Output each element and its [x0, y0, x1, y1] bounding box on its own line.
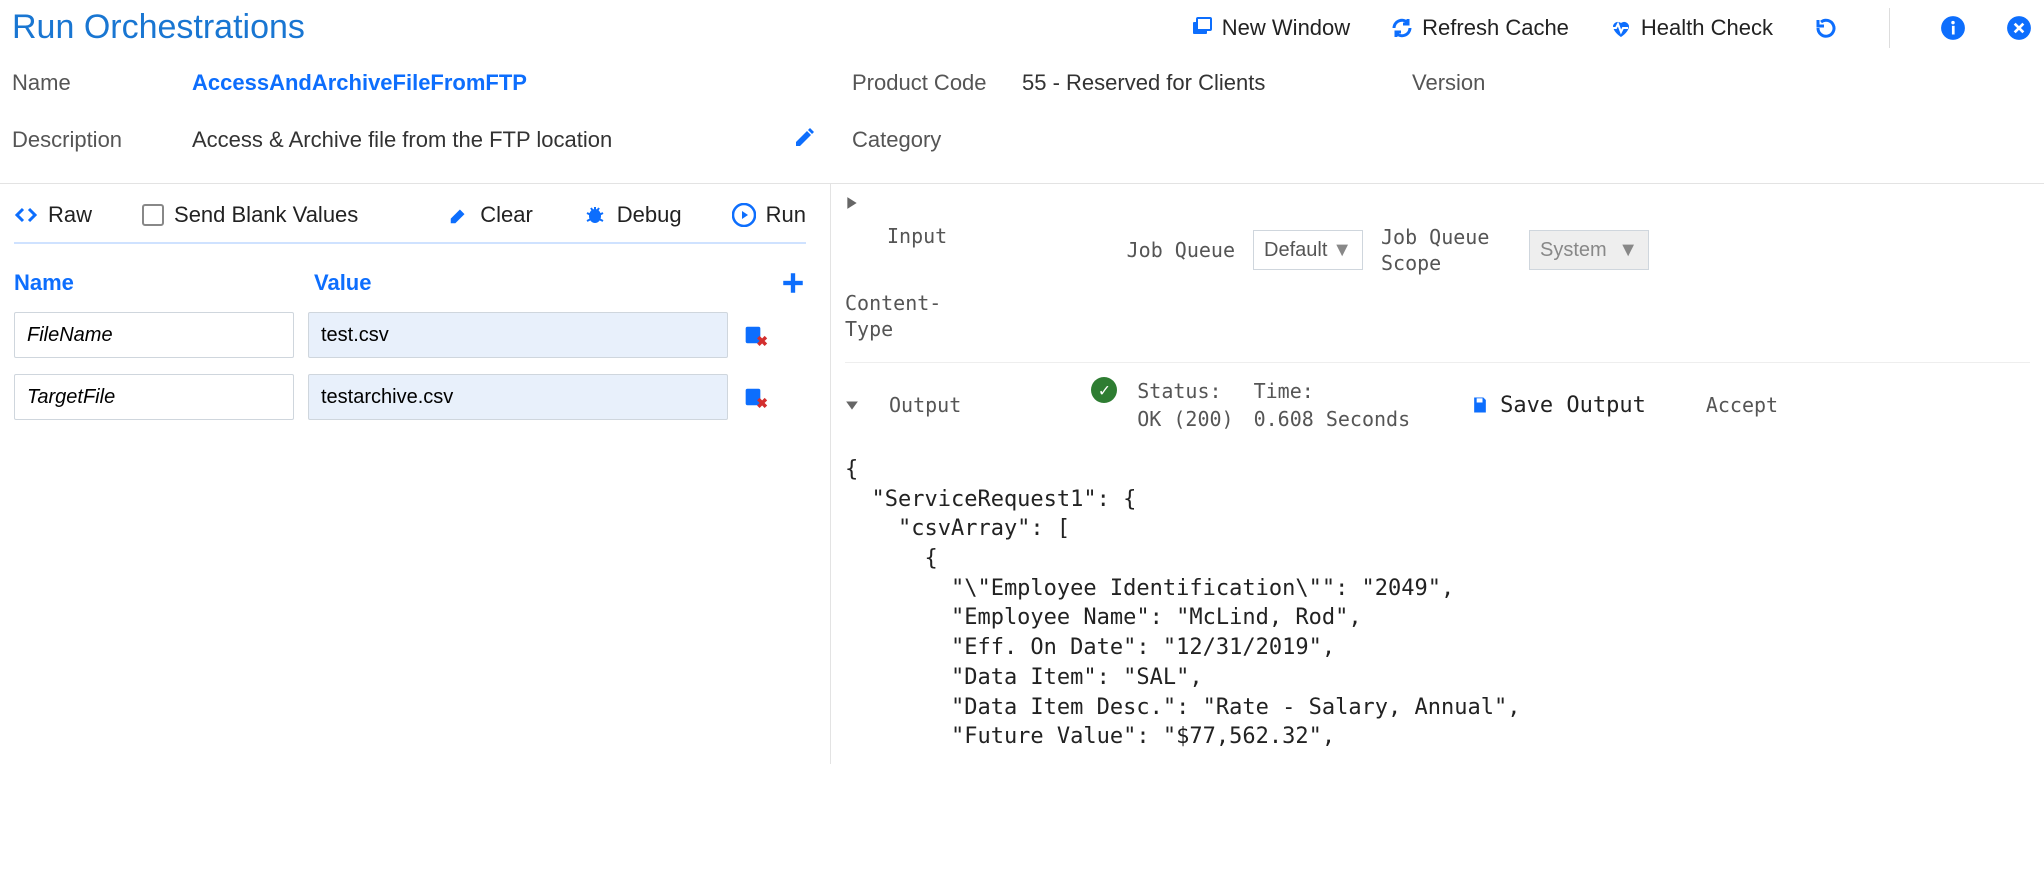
debug-label: Debug	[617, 202, 682, 228]
time-label: Time:	[1254, 377, 1411, 405]
json-output: { "ServiceRequest1": { "csvArray": [ { "…	[845, 447, 2030, 752]
job-queue-scope-label: Job Queue Scope	[1381, 224, 1511, 276]
new-window-button[interactable]: New Window	[1190, 15, 1350, 41]
col-value-header: Value	[314, 270, 780, 296]
run-label: Run	[766, 202, 806, 228]
param-name-input[interactable]	[14, 312, 294, 358]
clear-label: Clear	[480, 202, 533, 228]
toolbar-divider	[1889, 8, 1890, 48]
refresh-cache-button[interactable]: Refresh Cache	[1390, 15, 1569, 41]
new-window-label: New Window	[1222, 15, 1350, 41]
refresh-cache-label: Refresh Cache	[1422, 15, 1569, 41]
product-code-label: Product Code	[852, 70, 1022, 96]
raw-button[interactable]: Raw	[14, 202, 92, 228]
content-type-label: Content-Type	[845, 290, 869, 342]
raw-label: Raw	[48, 202, 92, 228]
product-code-value: 55 - Reserved for Clients	[1022, 70, 1412, 96]
job-queue-value: Default	[1264, 239, 1327, 262]
send-blank-label: Send Blank Values	[174, 202, 358, 228]
save-output-label: Save Output	[1500, 393, 1646, 418]
debug-button[interactable]: Debug	[583, 202, 682, 228]
output-label: Output	[889, 393, 961, 417]
job-queue-scope-select[interactable]: System ▼	[1529, 230, 1649, 270]
health-check-label: Health Check	[1641, 15, 1773, 41]
chevron-down-icon: ▼	[1618, 239, 1638, 262]
collapse-output-icon[interactable]	[845, 398, 859, 412]
param-row: ✖	[14, 374, 806, 420]
status-value: OK (200)	[1137, 405, 1233, 433]
heartbeat-icon	[1609, 16, 1633, 40]
edit-icon[interactable]	[792, 124, 818, 150]
refresh-icon	[1390, 16, 1414, 40]
description-value: Access & Archive file from the FTP locat…	[192, 127, 792, 153]
checkbox-icon	[142, 204, 164, 226]
send-blank-checkbox[interactable]: Send Blank Values	[142, 202, 358, 228]
param-row: ✖	[14, 312, 806, 358]
param-value-input[interactable]	[308, 374, 728, 420]
info-icon[interactable]	[1940, 15, 1966, 41]
job-queue-select[interactable]: Default ▼	[1253, 230, 1363, 270]
description-label: Description	[12, 127, 192, 153]
window-icon	[1190, 16, 1214, 40]
name-label: Name	[12, 70, 192, 96]
input-label: Input	[887, 224, 997, 248]
delete-row-icon[interactable]: ✖	[742, 386, 764, 408]
page-title: Run Orchestrations	[12, 8, 305, 47]
run-button[interactable]: Run	[732, 202, 806, 228]
job-queue-label: Job Queue	[1127, 238, 1235, 262]
delete-row-icon[interactable]: ✖	[742, 324, 764, 346]
time-value: 0.608 Seconds	[1254, 405, 1411, 433]
param-name-input[interactable]	[14, 374, 294, 420]
col-name-header: Name	[14, 270, 314, 296]
version-label: Version	[1412, 70, 1562, 96]
health-check-button[interactable]: Health Check	[1609, 15, 1773, 41]
status-label: Status:	[1137, 377, 1233, 405]
status-ok-icon: ✓	[1091, 377, 1117, 403]
category-label: Category	[852, 127, 1022, 153]
param-value-input[interactable]	[308, 312, 728, 358]
job-queue-scope-value: System	[1540, 239, 1607, 262]
save-output-button[interactable]: Save Output	[1470, 393, 1646, 418]
add-param-icon[interactable]	[780, 270, 806, 296]
name-value: AccessAndArchiveFileFromFTP	[192, 70, 792, 96]
accept-label: Accept	[1706, 393, 1778, 417]
reload-icon[interactable]	[1813, 15, 1839, 41]
clear-button[interactable]: Clear	[448, 202, 533, 228]
chevron-down-icon: ▼	[1332, 239, 1352, 262]
close-icon[interactable]	[2006, 15, 2032, 41]
expand-input-icon[interactable]	[845, 196, 869, 210]
